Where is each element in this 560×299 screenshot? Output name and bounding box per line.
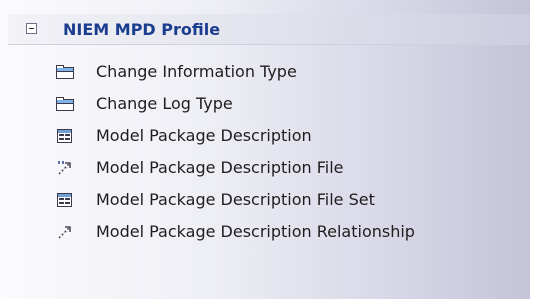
package-element-icon (57, 129, 72, 143)
profile-header[interactable]: NIEM MPD Profile (8, 14, 530, 45)
toolbox-item-model-package-description-file-set[interactable]: Model Package Description File Set (0, 186, 530, 218)
profile-title: NIEM MPD Profile (63, 20, 221, 39)
toolbox-item-label: Model Package Description (96, 126, 312, 145)
toolbox-item-change-information-type[interactable]: Change Information Type (0, 58, 530, 90)
toolbox-item-label: Model Package Description Relationship (96, 222, 415, 241)
package-element-icon (57, 193, 72, 207)
dependency-relation-icon (58, 161, 71, 175)
toolbox-item-label: Change Information Type (96, 62, 297, 81)
toolbox-item-label: Model Package Description File Set (96, 190, 375, 209)
toolbox-item-model-package-description-file[interactable]: Model Package Description File (0, 154, 530, 186)
toolbox-item-list: Change Information Type Change Log Type … (0, 58, 530, 250)
minus-box-icon[interactable] (26, 23, 37, 34)
toolbox-item-model-package-description-relationship[interactable]: Model Package Description Relationship (0, 218, 530, 250)
toolbox-item-change-log-type[interactable]: Change Log Type (0, 90, 530, 122)
toolbox-item-label: Model Package Description File (96, 158, 344, 177)
toolbox-item-label: Change Log Type (96, 94, 233, 113)
dashed-relation-icon (58, 226, 71, 239)
toolbox-panel: NIEM MPD Profile Change Information Type… (0, 0, 530, 299)
toolbox-item-model-package-description[interactable]: Model Package Description (0, 122, 530, 154)
class-folder-icon (56, 65, 74, 79)
class-folder-icon (56, 97, 74, 111)
